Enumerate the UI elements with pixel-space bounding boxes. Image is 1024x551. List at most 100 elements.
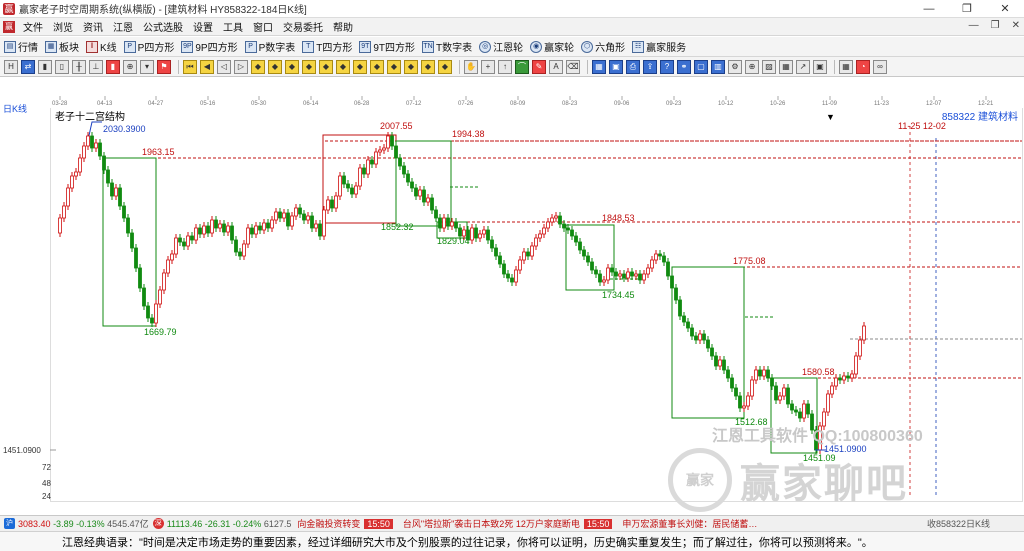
menu-help[interactable]: 帮助	[328, 19, 358, 34]
price-annotation: 1852.32	[381, 222, 414, 232]
service-button[interactable]: ☷ 赢家服务	[632, 39, 686, 54]
shrink-icon[interactable]: ◁	[217, 59, 231, 74]
period-5-icon[interactable]: ▮	[106, 59, 120, 74]
candle-body	[342, 175, 346, 185]
draw-tool-4-icon[interactable]: ◆	[302, 59, 316, 74]
period-3-icon[interactable]: ╫	[72, 59, 86, 74]
period-6-icon[interactable]: ⊕	[123, 59, 137, 74]
export-icon[interactable]: ⇪	[643, 59, 657, 74]
date-axis-label: 06-14	[303, 101, 319, 107]
kline-chart-panel[interactable]: 03-28 04-13 04-27 05-16 05-30 06-14 06-28 07-12…	[0, 78, 1024, 515]
mdi-restore-icon[interactable]: ❐	[991, 20, 1000, 31]
chart-icon[interactable]: ↗	[796, 59, 810, 74]
p-square-button[interactable]: P P四方形	[123, 39, 174, 54]
period-1-icon[interactable]: ▮	[38, 59, 52, 74]
period-7-icon[interactable]: ▾	[140, 59, 154, 74]
sz-index-icon[interactable]: 深	[152, 518, 164, 529]
gann-wheel-button[interactable]: ◎ 江恩轮	[479, 39, 523, 54]
p-table-button[interactable]: P P数字表	[244, 39, 295, 54]
menu-browse[interactable]: 浏览	[48, 19, 78, 34]
menu-tools[interactable]: 工具	[218, 19, 248, 34]
sector-button[interactable]: ▦ 板块	[45, 39, 79, 54]
mdi-minimize-icon[interactable]: —	[969, 20, 979, 31]
kline-button[interactable]: ‖ K线	[86, 39, 117, 54]
expand-icon[interactable]: ▷	[234, 59, 248, 74]
save-icon[interactable]: ▣	[609, 59, 623, 74]
menu-file[interactable]: 文件	[18, 19, 48, 34]
draw-tool-10-icon[interactable]: ◆	[404, 59, 418, 74]
tile-icon[interactable]: ▥	[711, 59, 725, 74]
dropdown-arrow-icon[interactable]: ▼	[826, 112, 835, 122]
menu-settings[interactable]: 设置	[188, 19, 218, 34]
y-axis-label: 72	[42, 463, 51, 472]
winner-wheel-button[interactable]: ◉ 赢家轮	[530, 39, 574, 54]
candle-body	[514, 269, 518, 283]
draw-tool-1-icon[interactable]: ◆	[251, 59, 265, 74]
draw-tool-2-icon[interactable]: ◆	[268, 59, 282, 74]
draw-tool-8-icon[interactable]: ◆	[370, 59, 384, 74]
eraser-icon[interactable]: ⌫	[566, 59, 580, 74]
document-icon[interactable]: 赢	[3, 20, 15, 33]
prev-bar-icon[interactable]: ◀	[200, 59, 214, 74]
period-2-icon[interactable]: ▯	[55, 59, 69, 74]
arrow-up-icon[interactable]: ↑	[498, 59, 512, 74]
link-icon[interactable]: ⚭	[677, 59, 691, 74]
news-item-2[interactable]: 台风"塔拉斯"袭击日本致2死 12万户家庭断电	[403, 517, 580, 530]
text-tool-icon[interactable]: A	[549, 59, 563, 74]
layout-icon[interactable]: H	[4, 59, 18, 74]
maximize-icon[interactable]: ❐	[948, 0, 986, 18]
candle-body	[434, 209, 438, 219]
lock-icon[interactable]: ▣	[813, 59, 827, 74]
menu-formula[interactable]: 公式选股	[138, 19, 188, 34]
help-icon[interactable]: ?	[660, 59, 674, 74]
candle-body	[846, 375, 850, 379]
t-square-button[interactable]: T T四方形	[302, 39, 352, 54]
9t-square-button[interactable]: 9T 9T四方形	[359, 39, 415, 54]
9p-square-button[interactable]: 9P 9P四方形	[181, 39, 238, 54]
draw-tool-9-icon[interactable]: ◆	[387, 59, 401, 74]
infinity-icon[interactable]: ∞	[873, 59, 887, 74]
hexagon-button[interactable]: ⬡ 六角形	[581, 39, 625, 54]
candle-body	[766, 369, 770, 379]
menu-trade[interactable]: 交易委托	[278, 19, 328, 34]
draw-tool-11-icon[interactable]: ◆	[421, 59, 435, 74]
draw-tool-7-icon[interactable]: ◆	[353, 59, 367, 74]
draw-tool-5-icon[interactable]: ◆	[319, 59, 333, 74]
crosshair-icon[interactable]: +	[481, 59, 495, 74]
sh-index-icon[interactable]: 沪	[4, 518, 15, 529]
news-item-3[interactable]: 申万宏源董事长刘健：居民储蓄…	[622, 517, 757, 530]
date-axis-label: 12-07	[926, 101, 942, 107]
calendar-icon[interactable]: ▦	[592, 59, 606, 74]
pattern-icon[interactable]: ▨	[762, 59, 776, 74]
minimize-icon[interactable]: —	[910, 0, 948, 18]
news-item-1[interactable]: 向金融投资转变	[297, 517, 360, 530]
t-table-button[interactable]: TN T数字表	[422, 39, 472, 54]
candle-body	[174, 237, 178, 255]
draw-tool-3-icon[interactable]: ◆	[285, 59, 299, 74]
close-icon[interactable]: ✕	[986, 0, 1024, 18]
grid-layout-icon[interactable]: ▦	[839, 59, 853, 74]
print-icon[interactable]: ⎙	[626, 59, 640, 74]
window-icon[interactable]: ▢	[694, 59, 708, 74]
draw-tool-6-icon[interactable]: ◆	[336, 59, 350, 74]
candle-body	[122, 205, 126, 219]
period-4-icon[interactable]: ⊥	[89, 59, 103, 74]
draw-tool-12-icon[interactable]: ◆	[438, 59, 452, 74]
flag-icon[interactable]: ⚑	[157, 59, 171, 74]
marker-icon[interactable]: ✎	[532, 59, 546, 74]
settings-icon[interactable]: ⚙	[728, 59, 742, 74]
first-bar-icon[interactable]: ⏮	[183, 59, 197, 74]
mdi-close-icon[interactable]: ✕	[1012, 20, 1020, 31]
candle-body	[794, 409, 798, 413]
gann-fan-icon[interactable]: ⌒	[515, 59, 529, 74]
hand-icon[interactable]: ✋	[464, 59, 478, 74]
menu-gann[interactable]: 江恩	[108, 19, 138, 34]
grid-icon[interactable]: ▦	[779, 59, 793, 74]
switch-icon[interactable]: ⇄	[21, 59, 35, 74]
zoom-icon[interactable]: ⊕	[745, 59, 759, 74]
candle-body	[642, 273, 646, 281]
menu-window[interactable]: 窗口	[248, 19, 278, 34]
menu-news[interactable]: 资讯	[78, 19, 108, 34]
quote-button[interactable]: ▤ 行情	[4, 39, 38, 54]
pie-icon[interactable]: ◔	[856, 59, 870, 74]
